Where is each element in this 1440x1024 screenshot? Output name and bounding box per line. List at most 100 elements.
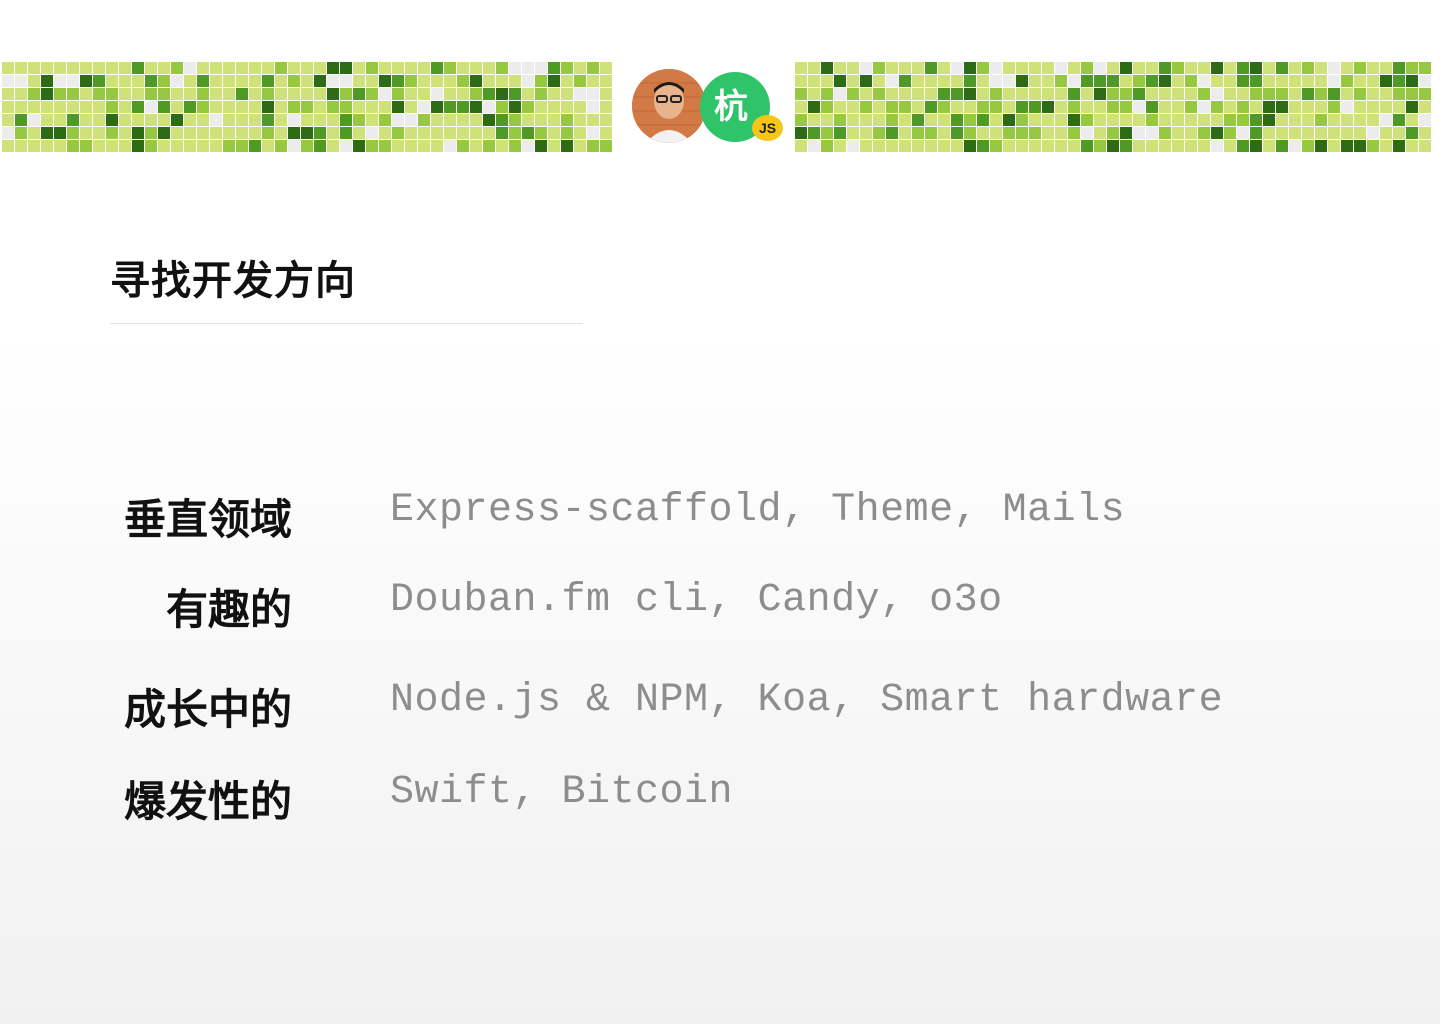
activity-cell [600,75,612,87]
activity-cell [1094,75,1106,87]
activity-cell [1159,62,1171,74]
activity-cell [1406,62,1418,74]
activity-cell [1185,127,1197,139]
activity-cell [938,127,950,139]
activity-cell [28,114,40,126]
activity-cell [1003,114,1015,126]
activity-cell [1302,140,1314,152]
activity-cell [327,127,339,139]
activity-cell [119,88,131,100]
activity-cell [470,62,482,74]
activity-cell [132,127,144,139]
activity-cell [262,62,274,74]
activity-cell [899,140,911,152]
activity-cell [418,140,430,152]
activity-cell [54,114,66,126]
activity-cell [1159,88,1171,100]
activity-cell [509,101,521,113]
activity-cell [28,127,40,139]
activity-cell [1211,127,1223,139]
activity-cell [834,114,846,126]
activity-cell [1328,114,1340,126]
activity-cell [353,88,365,100]
activity-cell [899,101,911,113]
activity-cell [431,140,443,152]
activity-cell [1367,140,1379,152]
activity-cell [990,101,1002,113]
activity-cell [366,114,378,126]
activity-cell [119,127,131,139]
contribution-grid-left [2,62,612,152]
activity-cell [912,62,924,74]
activity-cell [1393,75,1405,87]
activity-cell [1315,75,1327,87]
activity-cell [249,127,261,139]
activity-cell [1068,101,1080,113]
activity-cell [327,88,339,100]
activity-cell [314,101,326,113]
activity-cell [327,101,339,113]
activity-cell [1419,62,1431,74]
activity-cell [236,140,248,152]
activity-cell [990,75,1002,87]
activity-cell [54,101,66,113]
activity-cell [405,140,417,152]
activity-cell [899,62,911,74]
activity-cell [886,114,898,126]
activity-cell [834,101,846,113]
activity-cell [600,127,612,139]
activity-cell [509,88,521,100]
activity-cell [990,127,1002,139]
activity-cell [1289,114,1301,126]
activity-cell [418,88,430,100]
activity-cell [405,127,417,139]
activity-cell [977,75,989,87]
activity-cell [1107,114,1119,126]
activity-cell [210,75,222,87]
activity-cell [1185,75,1197,87]
activity-cell [548,114,560,126]
activity-cell [1250,140,1262,152]
activity-cell [1055,62,1067,74]
activity-cell [1250,127,1262,139]
activity-cell [1146,75,1158,87]
activity-cell [535,140,547,152]
activity-cell [1133,140,1145,152]
activity-cell [28,140,40,152]
activity-cell [1237,140,1249,152]
activity-cell [119,101,131,113]
activity-cell [353,101,365,113]
activity-cell [899,88,911,100]
activity-cell [41,75,53,87]
activity-cell [1120,127,1132,139]
activity-cell [522,140,534,152]
activity-cell [1302,114,1314,126]
activity-cell [1094,140,1106,152]
activity-cell [54,88,66,100]
activity-cell [223,114,235,126]
activity-cell [899,127,911,139]
activity-cell [925,127,937,139]
activity-cell [808,101,820,113]
activity-cell [600,101,612,113]
activity-cell [80,140,92,152]
activity-cell [1120,75,1132,87]
activity-cell [1289,88,1301,100]
activity-cell [1185,88,1197,100]
activity-cell [925,88,937,100]
activity-cell [1042,75,1054,87]
activity-cell [158,140,170,152]
activity-cell [41,114,53,126]
activity-cell [873,140,885,152]
activity-cell [496,127,508,139]
activity-cell [1224,88,1236,100]
activity-cell [483,127,495,139]
activity-cell [938,114,950,126]
activity-cell [535,114,547,126]
activity-cell [2,127,14,139]
activity-cell [1159,114,1171,126]
activity-cell [1094,88,1106,100]
activity-cell [41,101,53,113]
activity-cell [1133,114,1145,126]
activity-cell [236,88,248,100]
